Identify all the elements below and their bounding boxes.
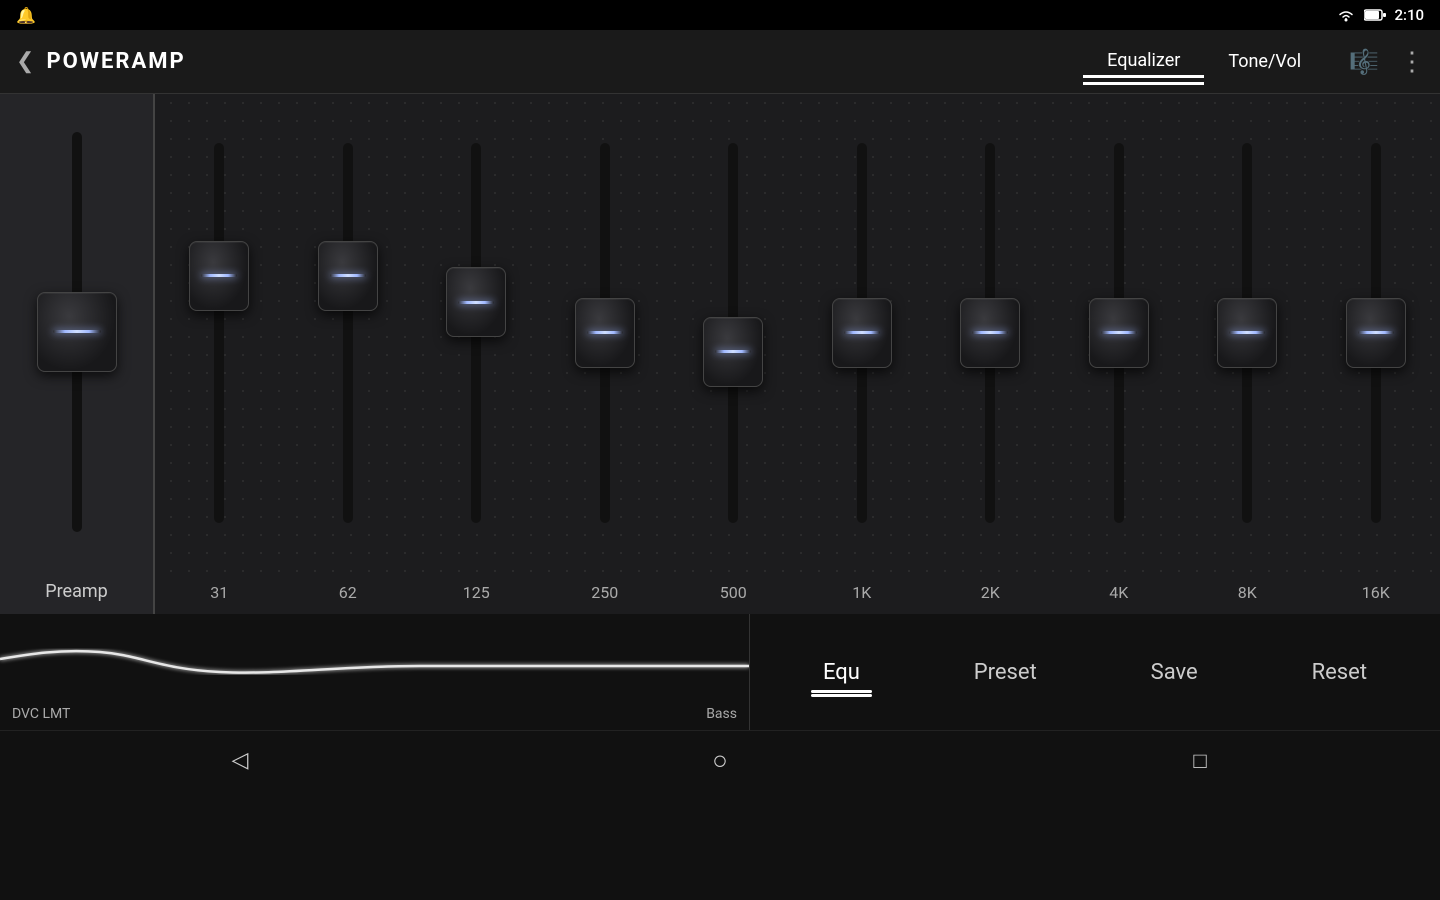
band-16k: 16K — [1312, 94, 1440, 614]
battery-icon — [1364, 9, 1386, 21]
nav-recents-button[interactable]: □ — [1170, 731, 1230, 791]
more-options-icon[interactable]: ⋮ — [1399, 47, 1424, 77]
band-16k-track — [1371, 143, 1381, 523]
band-250: 250 — [541, 94, 670, 614]
band-8k-slider[interactable] — [1183, 94, 1312, 571]
band-125-slider[interactable] — [412, 94, 541, 571]
band-500-track — [728, 143, 738, 523]
back-button[interactable]: ❮ — [16, 49, 34, 74]
preamp-slider-container[interactable] — [0, 94, 153, 569]
band-500-slider[interactable] — [669, 94, 798, 571]
band-500-label: 500 — [720, 571, 747, 614]
band-31-label: 31 — [210, 571, 228, 614]
tab-reset-button[interactable]: Reset — [1300, 656, 1379, 689]
preamp-label: Preamp — [0, 569, 153, 614]
eq-area: Preamp 31 62 — [0, 94, 1440, 614]
band-4k: 4K — [1055, 94, 1184, 614]
band-62-label: 62 — [339, 571, 357, 614]
band-31-slider[interactable] — [155, 94, 284, 571]
bottom-section: DVC LMT Bass Equ Preset Save Reset — [0, 614, 1440, 730]
music-library-icon[interactable]: 🎼 — [1349, 48, 1379, 76]
nav-back-button[interactable]: ◁ — [210, 731, 270, 791]
bass-label: Bass — [706, 706, 737, 722]
band-62-thumb[interactable] — [318, 241, 378, 311]
nav-back-icon: ◁ — [232, 748, 249, 773]
status-bar-right: 2:10 — [1336, 6, 1424, 24]
app-logo: POWERAMP — [46, 49, 1083, 74]
wifi-icon — [1336, 8, 1356, 22]
band-16k-thumb[interactable] — [1346, 298, 1406, 368]
top-bar: ❮ POWERAMP Equalizer Tone/Vol 🎼 ⋮ — [0, 30, 1440, 94]
dvc-lmt-label: DVC LMT — [12, 706, 70, 722]
band-2k-slider[interactable] — [926, 94, 1055, 571]
status-bar: 🔔 2:10 — [0, 0, 1440, 30]
curve-area: DVC LMT Bass — [0, 614, 750, 730]
nav-bar: ◁ ○ □ — [0, 730, 1440, 790]
band-2k: 2K — [926, 94, 1055, 614]
tab-preset-button[interactable]: Preset — [962, 656, 1049, 689]
tab-equalizer[interactable]: Equalizer — [1083, 46, 1204, 78]
band-4k-label: 4K — [1109, 571, 1128, 614]
band-500-thumb[interactable] — [703, 317, 763, 387]
band-500: 500 — [669, 94, 798, 614]
band-125-thumb[interactable] — [446, 267, 506, 337]
sliders-area: 31 62 125 — [155, 94, 1440, 614]
band-250-track — [600, 143, 610, 523]
band-16k-label: 16K — [1362, 571, 1390, 614]
band-62: 62 — [284, 94, 413, 614]
top-bar-tabs: Equalizer Tone/Vol — [1083, 46, 1325, 78]
band-1k-track — [857, 143, 867, 523]
band-250-slider[interactable] — [541, 94, 670, 571]
band-1k: 1K — [798, 94, 927, 614]
band-8k-thumb[interactable] — [1217, 298, 1277, 368]
band-4k-track — [1114, 143, 1124, 523]
band-31-thumb[interactable] — [189, 241, 249, 311]
band-8k-label: 8K — [1238, 571, 1257, 614]
band-2k-thumb[interactable] — [960, 298, 1020, 368]
status-bar-left: 🔔 — [16, 6, 36, 25]
band-62-track — [343, 143, 353, 523]
nav-home-button[interactable]: ○ — [690, 731, 750, 791]
band-8k: 8K — [1183, 94, 1312, 614]
notification-icon: 🔔 — [16, 6, 36, 25]
band-4k-slider[interactable] — [1055, 94, 1184, 571]
band-2k-label: 2K — [981, 571, 1000, 614]
band-125-track — [471, 143, 481, 523]
nav-recents-icon: □ — [1193, 748, 1206, 774]
band-1k-label: 1K — [852, 571, 871, 614]
band-31: 31 — [155, 94, 284, 614]
tab-tonevol[interactable]: Tone/Vol — [1204, 47, 1325, 76]
tab-equ-button[interactable]: Equ — [811, 656, 872, 689]
status-time: 2:10 — [1394, 6, 1424, 24]
band-1k-slider[interactable] — [798, 94, 927, 571]
bottom-tabs: Equ Preset Save Reset — [750, 614, 1440, 730]
band-125-label: 125 — [463, 571, 490, 614]
preamp-track — [72, 132, 82, 532]
preamp-thumb[interactable] — [37, 292, 117, 372]
nav-home-icon: ○ — [712, 745, 728, 776]
band-16k-slider[interactable] — [1312, 94, 1440, 571]
band-125: 125 — [412, 94, 541, 614]
band-31-track — [214, 143, 224, 523]
band-1k-thumb[interactable] — [832, 298, 892, 368]
band-2k-track — [985, 143, 995, 523]
band-250-label: 250 — [591, 571, 618, 614]
band-4k-thumb[interactable] — [1089, 298, 1149, 368]
band-250-thumb[interactable] — [575, 298, 635, 368]
band-62-slider[interactable] — [284, 94, 413, 571]
tab-save-button[interactable]: Save — [1139, 656, 1210, 689]
curve-labels: DVC LMT Bass — [12, 706, 737, 722]
top-bar-icons: 🎼 ⋮ — [1349, 47, 1424, 77]
preamp-section: Preamp — [0, 94, 155, 614]
band-8k-track — [1242, 143, 1252, 523]
